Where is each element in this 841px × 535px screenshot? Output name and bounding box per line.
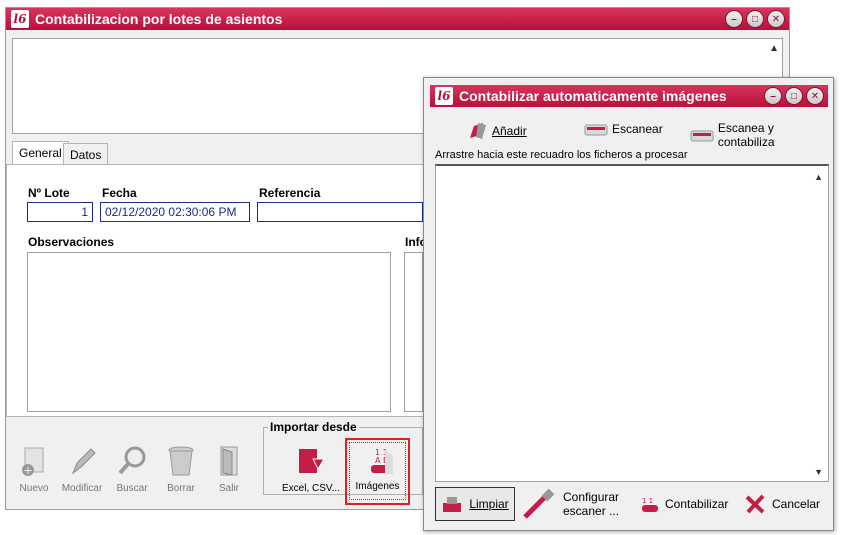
scan-post-icon xyxy=(690,130,714,142)
dialog-close-icon[interactable]: ✕ xyxy=(806,87,824,105)
svg-text:+: + xyxy=(23,464,32,477)
tab-general-label: General xyxy=(19,146,62,160)
new-document-icon: + xyxy=(22,447,44,477)
borrar-label: Borrar xyxy=(167,483,195,494)
svg-text:1 1: 1 1 xyxy=(642,497,653,505)
fecha-field[interactable]: 02/12/2020 02:30:06 PM xyxy=(100,202,250,222)
auto-images-dialog: l6 Contabilizar automaticamente imágenes… xyxy=(423,77,834,531)
import-legend: Importar desde xyxy=(268,420,359,434)
tab-datos[interactable]: Datos xyxy=(63,143,109,165)
close-icon[interactable]: ✕ xyxy=(767,10,785,28)
escanear-button[interactable]: Escanear xyxy=(584,121,663,137)
dialog-logo-icon: l6 xyxy=(435,87,453,105)
escanear-label: Escanear xyxy=(612,122,663,136)
scanner-icon xyxy=(584,124,608,136)
trash-icon xyxy=(168,446,194,476)
import-excel-button[interactable]: Excel, CSV... xyxy=(275,447,347,494)
images-import-icon: 1 1A B xyxy=(370,448,393,474)
import-excel-label: Excel, CSV... xyxy=(282,483,340,494)
tab-general[interactable]: General xyxy=(12,141,69,165)
referencia-field[interactable] xyxy=(257,202,423,222)
fecha-label: Fecha xyxy=(102,186,137,200)
anadir-button[interactable]: Añadir xyxy=(468,121,527,141)
exit-door-icon xyxy=(220,446,238,476)
lote-field[interactable]: 1 xyxy=(27,202,93,222)
nuevo-button[interactable]: + Nuevo xyxy=(10,443,58,494)
limpiar-button[interactable]: Limpiar xyxy=(435,487,515,521)
contabilizar-button[interactable]: 1 1 Contabilizar xyxy=(641,487,728,521)
configurar-escaner-button[interactable]: Configurar escaner ... xyxy=(521,487,619,521)
anadir-label: Añadir xyxy=(492,124,527,138)
escanea-contabiliza-label: Escanea y contabiliza xyxy=(717,121,775,149)
main-titlebar: l6 Contabilizacion por lotes de asientos… xyxy=(6,8,789,30)
configurar-label-2: escaner ... xyxy=(563,504,620,518)
magnifier-icon xyxy=(118,446,146,475)
tab-datos-label: Datos xyxy=(70,148,102,162)
modificar-button[interactable]: Modificar xyxy=(58,443,106,494)
file-drop-zone[interactable]: ▲ ▼ xyxy=(435,164,829,482)
app-logo-icon: l6 xyxy=(11,10,29,28)
minimize-icon[interactable]: – xyxy=(725,10,743,28)
borrar-button[interactable]: Borrar xyxy=(157,443,205,494)
import-imagenes-label: Imágenes xyxy=(355,481,400,492)
salir-button[interactable]: Salir xyxy=(205,443,253,494)
eraser-icon xyxy=(443,497,462,512)
dialog-titlebar: l6 Contabilizar automaticamente imágenes… xyxy=(430,85,828,107)
drop-scroll-down-icon[interactable]: ▼ xyxy=(814,467,823,477)
scanner-cable-icon xyxy=(523,489,555,519)
lote-label: Nº Lote xyxy=(28,186,70,200)
cancelar-label: Cancelar xyxy=(772,497,821,511)
modificar-label: Modificar xyxy=(61,483,103,494)
configurar-label-1: Configurar xyxy=(563,490,620,504)
contabilizar-label: Contabilizar xyxy=(665,497,729,511)
referencia-label: Referencia xyxy=(259,186,321,200)
salir-label: Salir xyxy=(218,483,239,494)
dialog-maximize-icon[interactable]: □ xyxy=(785,87,803,105)
import-imagenes-button[interactable]: 1 1A B Imágenes xyxy=(349,442,406,500)
add-file-icon xyxy=(470,123,486,139)
escanea-contabiliza-button[interactable]: Escanea y contabiliza xyxy=(690,121,833,149)
excel-import-icon xyxy=(299,449,325,473)
cancel-x-icon xyxy=(745,494,765,514)
dialog-minimize-icon[interactable]: – xyxy=(764,87,782,105)
info-textarea[interactable] xyxy=(404,252,423,412)
buscar-label: Buscar xyxy=(116,483,148,494)
dialog-title: Contabilizar automaticamente imágenes xyxy=(459,88,727,104)
drop-hint: Arrastre hacia este recuadro los fichero… xyxy=(435,149,688,161)
observaciones-label: Observaciones xyxy=(28,235,115,249)
limpiar-label: Limpiar xyxy=(469,497,509,511)
observaciones-textarea[interactable] xyxy=(27,252,391,412)
nuevo-label: Nuevo xyxy=(19,483,49,494)
post-entries-icon: 1 1 xyxy=(642,497,658,512)
buscar-button[interactable]: Buscar xyxy=(108,443,156,494)
cancelar-button[interactable]: Cancelar xyxy=(744,487,820,521)
drop-scroll-up-icon[interactable]: ▲ xyxy=(814,172,823,182)
pencil-icon xyxy=(71,448,96,475)
main-window-title: Contabilizacion por lotes de asientos xyxy=(35,11,283,27)
maximize-icon[interactable]: □ xyxy=(746,10,764,28)
scroll-up-icon[interactable]: ▲ xyxy=(769,43,779,54)
